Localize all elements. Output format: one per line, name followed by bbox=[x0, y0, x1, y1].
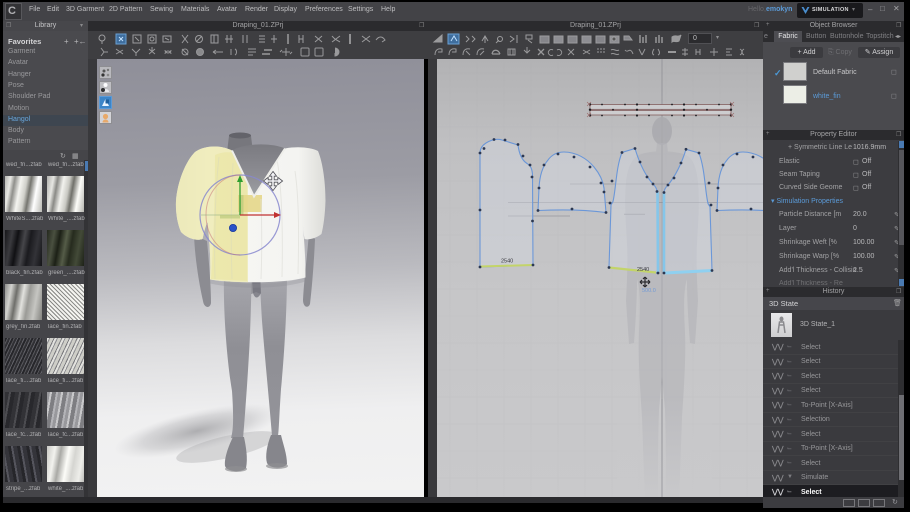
svg-text:2540: 2540 bbox=[637, 267, 649, 273]
svg-text:2540: 2540 bbox=[501, 259, 513, 265]
svg-text:500.0: 500.0 bbox=[642, 288, 656, 294]
